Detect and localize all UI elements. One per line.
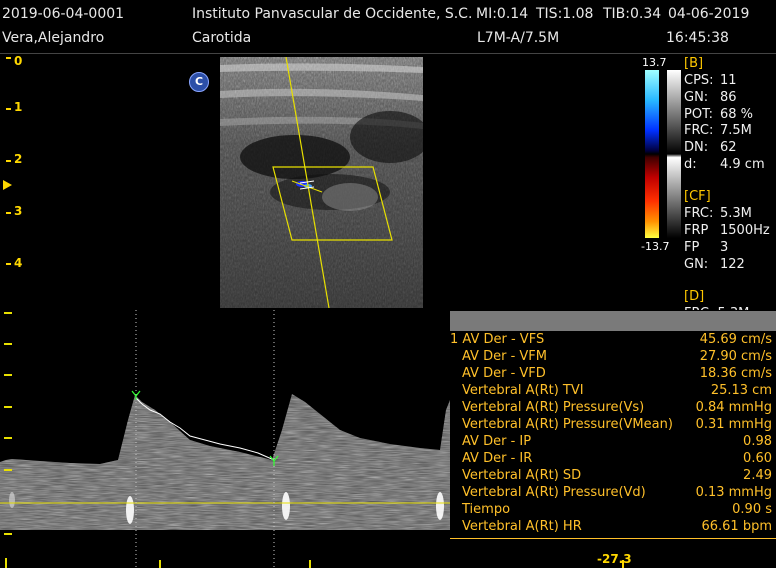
ruler-label: 4 <box>14 256 23 270</box>
exam-time: 16:45:38 <box>666 30 729 46</box>
measurement-label: Vertebral A(Rt) Pressure(VMean) <box>462 417 673 432</box>
measurement-row[interactable]: Vertebral A(Rt) Pressure(Vs) 0.84 mmHg <box>450 400 774 417</box>
probe-label: L7M-A/7.5M <box>477 30 560 46</box>
ruler-label: 2 <box>14 152 23 166</box>
header-divider <box>0 53 776 54</box>
grayscale-bar <box>667 70 681 238</box>
measurement-value: 18.36 cm/s <box>699 366 772 381</box>
param-key: GN: <box>684 257 709 272</box>
param-value: 86 <box>720 90 737 105</box>
ruler-label: 3 <box>14 204 23 218</box>
measurement-value: 0.60 <box>743 451 772 466</box>
measurement-value: 2.49 <box>743 468 772 483</box>
measurement-value: 27.90 cm/s <box>699 349 772 364</box>
measurement-row[interactable]: Vertebral A(Rt) Pressure(Vd) 0.13 mmHg <box>450 485 774 502</box>
param-key: CPS: <box>684 73 714 88</box>
param-key: POT: <box>684 107 713 122</box>
measurement-panel-header <box>450 311 776 331</box>
param-value: 68 % <box>720 107 754 122</box>
baseline-velocity-value: -27.3 <box>597 552 632 566</box>
param-partial-row: FRC: 5.3M <box>684 303 749 310</box>
measurement-row[interactable]: Vertebral A(Rt) Pressure(VMean) 0.31 mmH… <box>450 417 774 434</box>
measurement-row[interactable]: AV Der - VFM 27.90 cm/s <box>450 349 774 366</box>
tib-index: TIB:0.34 <box>603 6 662 22</box>
institution-name: Instituto Panvascular de Occidente, S.C. <box>192 6 473 22</box>
color-flow-header: [CF] <box>684 189 711 204</box>
measurement-row[interactable]: Vertebral A(Rt) TVI 25.13 cm <box>450 383 774 400</box>
measurement-label: Vertebral A(Rt) HR <box>462 519 582 534</box>
param-key: DN: <box>684 140 709 155</box>
param-key: FRC: <box>684 123 714 138</box>
spectral-doppler-trace[interactable] <box>0 310 450 568</box>
param-key: d: <box>684 157 697 172</box>
measurement-label: AV Der - IR <box>462 451 533 466</box>
measurement-row[interactable]: AV Der - IR 0.60 <box>450 451 774 468</box>
param-key: FRC: <box>684 206 714 221</box>
measurement-label: Vertebral A(Rt) SD <box>462 468 582 483</box>
measurement-value: 0.13 mmHg <box>695 485 772 500</box>
tis-index: TIS:1.08 <box>536 6 594 22</box>
param-key: GN: <box>684 90 709 105</box>
param-value: 11 <box>720 73 737 88</box>
measurement-label: AV Der - IP <box>462 434 532 449</box>
measurement-row[interactable]: Vertebral A(Rt) HR 66.61 bpm <box>450 519 774 536</box>
colorbar-max-label: 13.7 <box>642 56 667 69</box>
bmode-canvas <box>220 57 423 308</box>
doppler-header: [D] <box>684 289 705 304</box>
measurement-row[interactable]: Vertebral A(Rt) SD 2.49 <box>450 468 774 485</box>
ruler-label: 1 <box>14 100 23 114</box>
measurement-row[interactable]: Tiempo 0.90 s <box>450 502 774 519</box>
bottom-tick <box>622 560 624 568</box>
mi-index: MI:0.14 <box>476 6 529 22</box>
psv-cursor-icon <box>131 390 141 400</box>
exam-type: Carotida <box>192 30 252 46</box>
measurement-label: AV Der - VFD <box>462 366 546 381</box>
exam-date: 04-06-2019 <box>668 6 750 22</box>
param-value: 3 <box>720 240 729 255</box>
measurement-label: AV Der - VFM <box>462 349 547 364</box>
measurement-row[interactable]: AV Der - IP 0.98 <box>450 434 774 451</box>
measurement-label: 1 AV Der - VFS <box>450 332 545 347</box>
param-value: 122 <box>720 257 745 272</box>
measurement-label: Vertebral A(Rt) Pressure(Vs) <box>462 400 645 415</box>
param-key: FRP <box>684 223 709 238</box>
param-value: 5.3M <box>720 206 752 221</box>
ruler-tick <box>6 263 11 265</box>
measurement-label: Vertebral A(Rt) TVI <box>462 383 584 398</box>
spectral-canvas <box>0 310 450 568</box>
patient-id: 2019-06-04-0001 <box>2 6 125 22</box>
velocity-scale-bar <box>645 70 659 238</box>
param-value: 62 <box>720 140 737 155</box>
param-value: 7.5M <box>720 123 752 138</box>
measurement-panel-divider <box>450 538 776 539</box>
ruler-label: 0 <box>14 54 23 68</box>
ruler-tick <box>6 108 11 110</box>
measurement-value: 66.61 bpm <box>701 519 772 534</box>
measurement-label: Vertebral A(Rt) Pressure(Vd) <box>462 485 646 500</box>
ruler-tick <box>6 57 11 59</box>
b-mode-header: [B] <box>684 56 704 71</box>
focus-marker-icon[interactable] <box>3 180 12 190</box>
measurement-value: 0.98 <box>743 434 772 449</box>
measurement-label: Tiempo <box>462 502 511 517</box>
patient-name: Vera,Alejandro <box>2 30 105 46</box>
measurement-row[interactable]: 1 AV Der - VFS 45.69 cm/s <box>450 332 774 349</box>
measurement-value: 0.31 mmHg <box>695 417 772 432</box>
bmode-image[interactable] <box>220 57 423 308</box>
ruler-tick <box>6 212 11 214</box>
measurement-value: 0.90 s <box>732 502 772 517</box>
color-mode-badge: C <box>189 72 209 92</box>
param-key: FP <box>684 240 700 255</box>
colorbar-min-label: -13.7 <box>641 240 670 253</box>
param-value: 1500Hz <box>720 223 770 238</box>
measurement-value: 0.84 mmHg <box>695 400 772 415</box>
measurement-value: 25.13 cm <box>710 383 772 398</box>
measurement-value: 45.69 cm/s <box>699 332 772 347</box>
measurement-row[interactable]: AV Der - VFD 18.36 cm/s <box>450 366 774 383</box>
ruler-tick <box>6 160 11 162</box>
param-value: 4.9 cm <box>720 157 765 172</box>
